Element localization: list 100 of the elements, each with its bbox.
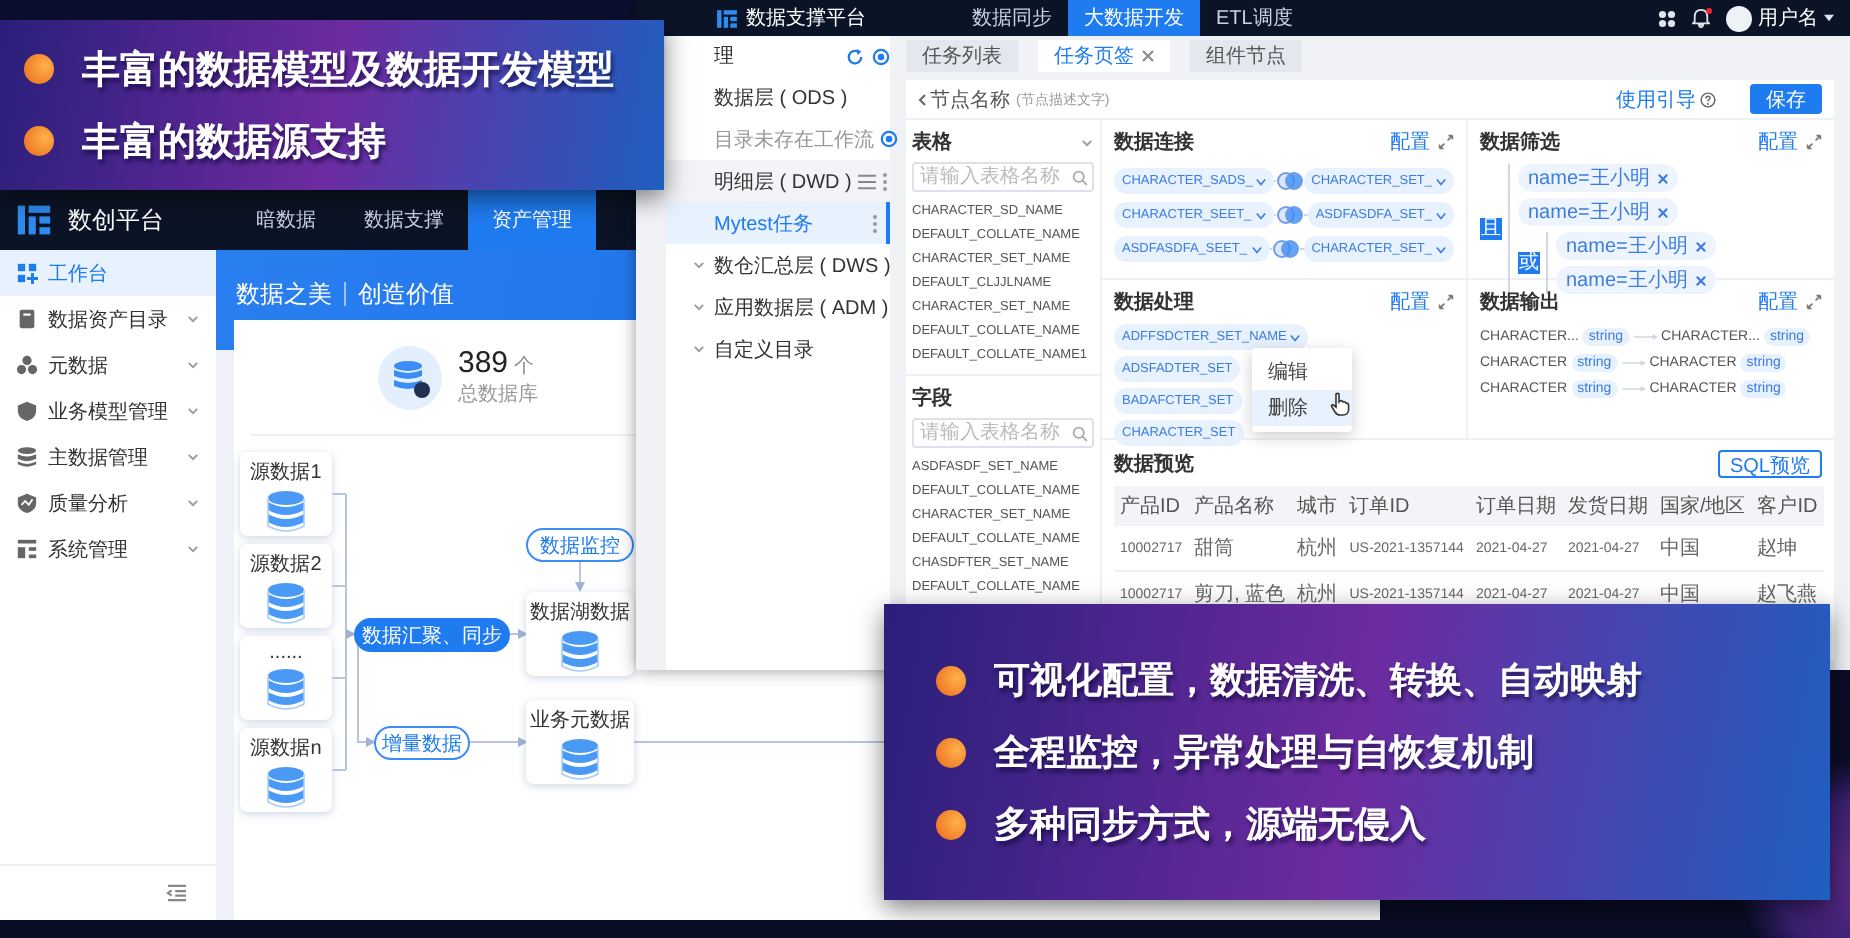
join-icon[interactable] [1272, 240, 1301, 258]
arrow-icon [1633, 332, 1658, 342]
database-icon [266, 668, 306, 712]
tree-item[interactable]: 数据层 ( ODS ) [666, 76, 890, 118]
search-field[interactable]: 请输入表格名称 [912, 162, 1094, 192]
guide-link[interactable]: 使用引导 [1604, 83, 1728, 115]
refresh-icon[interactable] [846, 47, 864, 65]
menu-item[interactable]: 编辑 [1252, 354, 1352, 390]
connector-line [469, 737, 528, 747]
tree-item[interactable]: 应用数据层 ( ADM ) [666, 286, 890, 328]
nav-tab[interactable]: 数据同步 [956, 0, 1068, 36]
search-field[interactable]: 请输入表格名称 [912, 418, 1094, 448]
column-header: 国家/地区 [1653, 486, 1752, 526]
flow-step: 数据汇聚、同步 [354, 618, 510, 652]
section-title: 表格 [912, 129, 954, 156]
nav-tab[interactable]: 数据支撑 [340, 190, 468, 250]
user-menu[interactable]: 用户名 [1726, 4, 1834, 32]
hand-cursor-icon [1330, 392, 1350, 416]
tree-item[interactable]: 自定义目录 [666, 328, 890, 370]
arrow-icon [1621, 358, 1646, 368]
sidebar-item[interactable]: 数据资产目录 [0, 296, 216, 342]
sidebar-item[interactable]: 质量分析 [0, 480, 216, 526]
chevron-down-icon [692, 342, 706, 356]
chevron-down-icon[interactable] [1080, 135, 1094, 149]
remove-icon[interactable] [1695, 275, 1706, 285]
hero-title: 数据之美 [236, 278, 332, 312]
node-label: 业务元数据 [530, 707, 630, 734]
list-icon[interactable] [857, 173, 876, 189]
configure-link[interactable]: 配置 [1758, 288, 1798, 316]
node-label: 数据湖数据 [530, 599, 630, 626]
grid-icon [16, 262, 38, 284]
join-icon[interactable] [1276, 206, 1305, 224]
section-title: 数据处理 [1114, 289, 1196, 316]
nav-tab[interactable]: 资产管理 [468, 190, 596, 250]
nav-tab[interactable]: 大数据开发 [1068, 0, 1200, 36]
tree-item[interactable]: 明细层 ( DWD ) [666, 160, 890, 202]
section-title: 数据预览 [1114, 451, 1196, 478]
tab[interactable]: 组件节点 [1190, 40, 1302, 72]
remove-icon[interactable] [1657, 207, 1668, 217]
nav-tab[interactable]: ETL调度 [1200, 0, 1309, 36]
filter-condition[interactable]: name=王小明 [1556, 266, 1716, 294]
target-icon[interactable] [880, 130, 898, 148]
more-icon[interactable] [872, 213, 878, 233]
database-icon [16, 446, 38, 468]
database-icon [266, 766, 306, 810]
bullet-dot [936, 665, 966, 695]
tree-item[interactable]: Mytest任务 [666, 202, 890, 244]
cubes-icon [16, 354, 38, 376]
save-button[interactable]: 保存 [1750, 84, 1822, 114]
remove-icon[interactable] [1695, 241, 1706, 251]
filter-condition[interactable]: name=王小明 [1556, 232, 1716, 260]
book-icon [16, 308, 38, 330]
sidebar-item[interactable]: 元数据 [0, 342, 216, 388]
shield-icon [16, 400, 38, 422]
tab[interactable]: 任务页签 [1038, 40, 1170, 72]
apps-icon[interactable] [1658, 9, 1676, 27]
section-title: 数据筛选 [1480, 129, 1562, 156]
expand-icon[interactable] [1438, 294, 1454, 310]
database-icon [266, 582, 306, 626]
remove-icon[interactable] [1657, 173, 1668, 183]
configure-link[interactable]: 配置 [1758, 128, 1798, 156]
sidebar-item[interactable]: 业务模型管理 [0, 388, 216, 434]
caret-down-icon [1824, 14, 1834, 22]
configure-link[interactable]: 配置 [1390, 288, 1430, 316]
search-icon [1072, 425, 1088, 441]
column-header: 产品名称 [1188, 486, 1292, 526]
logic-operator[interactable]: 或 [1518, 252, 1540, 274]
caret-down-icon [1290, 333, 1301, 341]
menu-item[interactable]: 删除 [1252, 390, 1352, 426]
expand-icon[interactable] [1806, 134, 1822, 150]
filter-condition[interactable]: name=王小明 [1518, 164, 1678, 192]
more-icon[interactable] [881, 171, 888, 191]
logo-icon [716, 7, 738, 29]
sidebar-item[interactable]: 主数据管理 [0, 434, 216, 480]
feature-text: 全程监控，异常处理与自恢复机制 [994, 730, 1534, 776]
bullet-dot [24, 126, 54, 156]
avatar [1726, 5, 1752, 31]
back-link[interactable]: 节点名称 [918, 85, 1010, 113]
column-header: 发货日期 [1561, 486, 1654, 526]
caret-down-icon [1255, 211, 1266, 219]
configure-link[interactable]: 配置 [1390, 128, 1430, 156]
logic-operator[interactable]: 且 [1480, 218, 1502, 240]
sidebar-item[interactable]: 系统管理 [0, 526, 216, 572]
collapse-menu-icon[interactable] [166, 884, 188, 902]
tree-title: 理 [714, 44, 736, 70]
column-header: 订单ID [1343, 486, 1470, 526]
app-title: 数据支撑平台 [746, 5, 866, 32]
sidebar-item[interactable]: 工作台 [0, 250, 216, 296]
chevron-down-icon [186, 358, 200, 372]
bell-icon[interactable] [1692, 8, 1710, 28]
tree-item[interactable]: 数仓汇总层 ( DWS ) [666, 244, 890, 286]
sql-preview-button[interactable]: SQL预览 [1717, 450, 1822, 478]
database-icon [560, 630, 600, 674]
expand-icon[interactable] [1806, 294, 1822, 310]
target-icon[interactable] [872, 47, 890, 65]
join-icon[interactable] [1275, 172, 1304, 190]
expand-icon[interactable] [1438, 134, 1454, 150]
filter-condition[interactable]: name=王小明 [1518, 198, 1678, 226]
nav-tab[interactable]: 暗数据 [232, 190, 340, 250]
tab[interactable]: 任务列表 [906, 40, 1018, 72]
